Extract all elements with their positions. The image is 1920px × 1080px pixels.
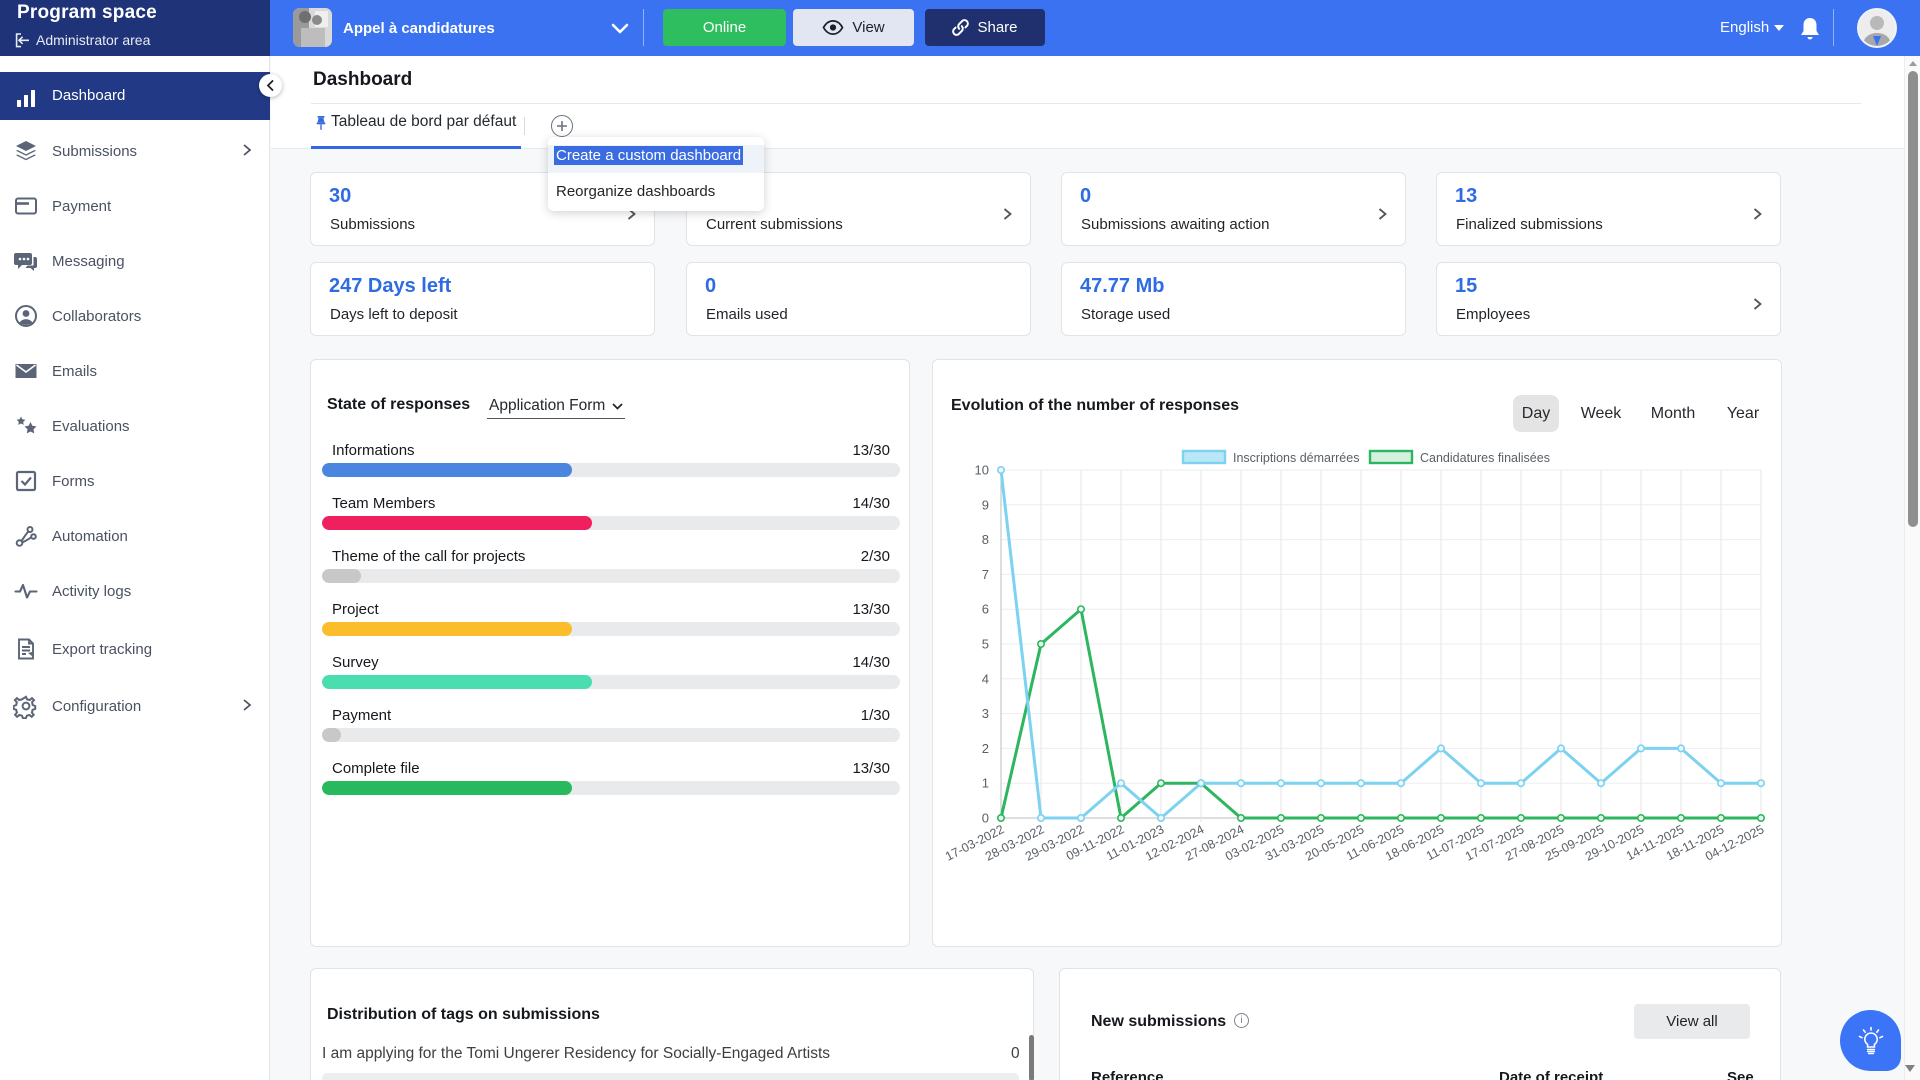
svg-text:Candidatures finalisées: Candidatures finalisées (1420, 451, 1550, 465)
svg-text:8: 8 (982, 532, 989, 547)
svg-text:0: 0 (982, 811, 989, 826)
svg-text:5: 5 (982, 637, 989, 652)
svg-text:2: 2 (982, 741, 989, 756)
svg-text:10: 10 (975, 463, 989, 478)
svg-text:4: 4 (982, 671, 989, 686)
svg-text:Inscriptions démarrées: Inscriptions démarrées (1233, 451, 1359, 465)
svg-text:3: 3 (982, 706, 989, 721)
svg-text:6: 6 (982, 602, 989, 617)
svg-text:7: 7 (982, 567, 989, 582)
svg-text:9: 9 (982, 497, 989, 512)
svg-text:1: 1 (982, 776, 989, 791)
